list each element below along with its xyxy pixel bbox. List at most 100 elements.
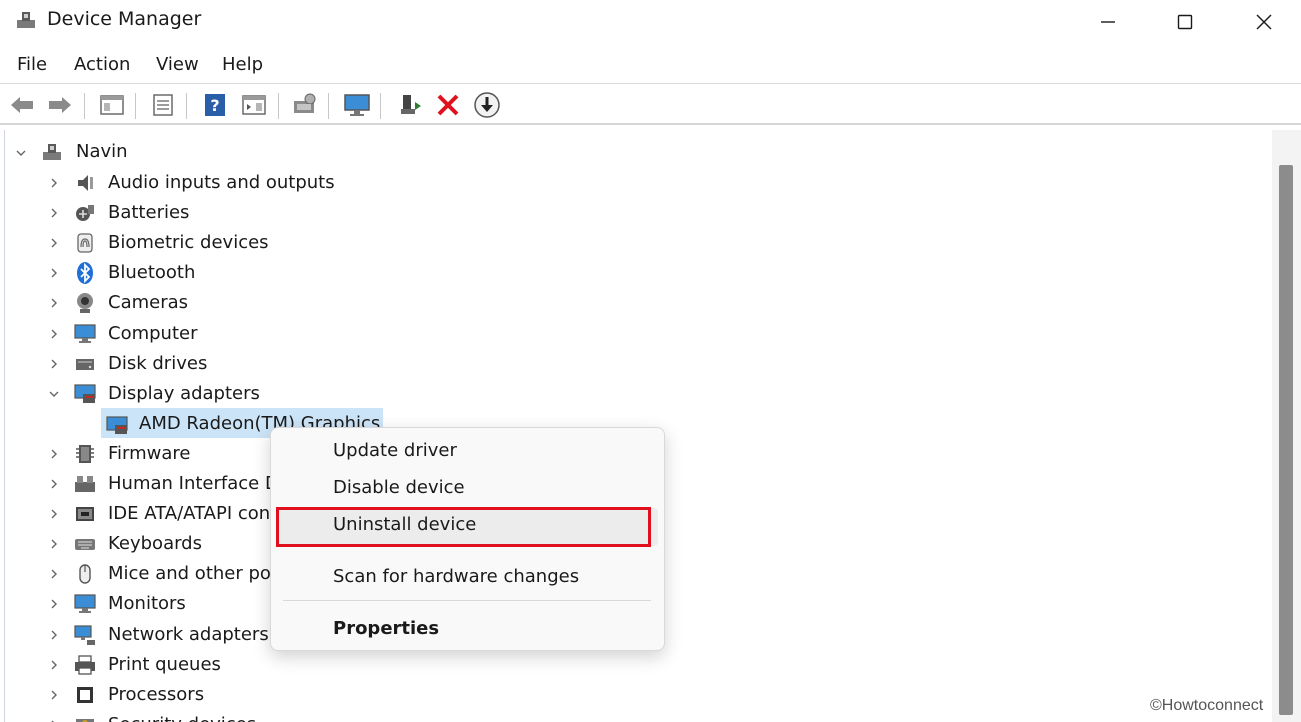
- chevron-right-icon[interactable]: [48, 598, 60, 610]
- scan-hardware-button[interactable]: [290, 90, 320, 120]
- chevron-right-icon[interactable]: [48, 237, 60, 249]
- action-pane-button[interactable]: [239, 90, 269, 120]
- toolbar: ?: [0, 85, 1301, 125]
- tree-category-label: Display adapters: [108, 383, 260, 404]
- toolbar-separator: [328, 93, 329, 119]
- menu-item-properties[interactable]: Properties: [333, 618, 439, 639]
- display-icon: [344, 94, 370, 116]
- chevron-right-icon[interactable]: [48, 568, 60, 580]
- chevron-right-icon[interactable]: [48, 629, 60, 641]
- update-driver-icon: [401, 95, 421, 114]
- menu-action[interactable]: Action: [74, 54, 130, 75]
- toolbar-separator: [380, 93, 381, 119]
- maximize-button[interactable]: [1155, 0, 1215, 44]
- display-adapter-icon: [74, 384, 96, 403]
- firmware-icon: [76, 445, 94, 463]
- chevron-down-icon[interactable]: [15, 147, 27, 159]
- tree-category-label: Computer: [108, 323, 198, 344]
- battery-icon: [76, 205, 94, 221]
- tree-category-label: Processors: [108, 684, 205, 705]
- tree-category-label: Biometric devices: [108, 232, 269, 253]
- scrollbar-thumb[interactable]: [1279, 165, 1293, 715]
- chevron-right-icon[interactable]: [48, 508, 60, 520]
- properties-button[interactable]: [148, 90, 178, 120]
- help-icon: ?: [205, 94, 225, 116]
- back-icon: [11, 97, 33, 113]
- menu-file[interactable]: File: [17, 54, 47, 75]
- maximize-icon: [1177, 14, 1193, 30]
- tree-category-label: Bluetooth: [108, 262, 196, 283]
- forward-button[interactable]: [45, 90, 75, 120]
- back-button[interactable]: [7, 90, 37, 120]
- chevron-right-icon[interactable]: [48, 689, 60, 701]
- watermark: ©Howtoconnect: [1150, 697, 1264, 714]
- menu-view[interactable]: View: [156, 54, 199, 75]
- show-hide-console-tree-icon: [100, 95, 124, 115]
- hid-icon: [75, 476, 95, 492]
- vertical-scrollbar[interactable]: [1272, 130, 1301, 722]
- menu-help[interactable]: Help: [222, 54, 263, 75]
- svg-text:?: ?: [210, 96, 219, 115]
- tree-category-label: Human Interface D: [108, 473, 279, 494]
- bluetooth-icon: [77, 262, 93, 284]
- chevron-right-icon[interactable]: [48, 448, 60, 460]
- tree-category-label: Firmware: [108, 443, 191, 464]
- camera-icon: [77, 293, 93, 313]
- uninstall-highlight-box: [276, 507, 651, 547]
- monitor-icon: [74, 594, 96, 613]
- display-button[interactable]: [342, 90, 372, 120]
- menu-item-scan-hardware[interactable]: Scan for hardware changes: [333, 566, 579, 587]
- action-pane-icon: [242, 95, 266, 115]
- enable-device-button[interactable]: [472, 90, 502, 120]
- chevron-right-icon[interactable]: [48, 297, 60, 309]
- fingerprint-icon: [77, 233, 93, 253]
- forward-icon: [49, 97, 71, 113]
- speaker-icon: [78, 175, 93, 191]
- close-button[interactable]: [1234, 0, 1294, 44]
- tree-category-label: Monitors: [108, 593, 186, 614]
- tree-category-label: Audio inputs and outputs: [108, 172, 335, 193]
- chevron-right-icon[interactable]: [48, 538, 60, 550]
- chevron-right-icon[interactable]: [48, 478, 60, 490]
- chevron-right-icon[interactable]: [48, 328, 60, 340]
- toolbar-separator: [278, 93, 279, 119]
- disk-icon: [76, 359, 94, 370]
- help-button[interactable]: ?: [200, 90, 230, 120]
- scan-hardware-icon: [294, 93, 316, 113]
- chip-icon: [106, 416, 128, 434]
- tree-category-label: Keyboards: [108, 533, 202, 554]
- tree-category-label: Network adapters: [108, 624, 269, 645]
- context-menu-separator: [283, 600, 651, 601]
- tree-category-label: Print queues: [108, 654, 221, 675]
- network-icon: [74, 625, 95, 645]
- uninstall-device-icon: [437, 94, 459, 116]
- minimize-button[interactable]: [1078, 0, 1138, 44]
- tree-category-label: Disk drives: [108, 353, 208, 374]
- menu-item-disable-device[interactable]: Disable device: [333, 477, 465, 498]
- chevron-right-icon[interactable]: [48, 358, 60, 370]
- close-icon: [1256, 14, 1272, 30]
- root-icon: [43, 144, 61, 160]
- toolbar-separator: [84, 93, 85, 119]
- update-driver-button[interactable]: [395, 90, 425, 120]
- tree-category-label: Cameras: [108, 292, 189, 313]
- mouse-icon: [79, 564, 91, 584]
- processor-icon: [77, 687, 93, 703]
- chevron-down-icon[interactable]: [48, 388, 60, 400]
- properties-icon: [153, 94, 173, 116]
- tree-category-label: Security devices: [108, 714, 256, 722]
- chevron-right-icon[interactable]: [48, 267, 60, 279]
- device-manager-app-icon: [17, 12, 35, 28]
- menu-item-update-driver[interactable]: Update driver: [333, 440, 457, 461]
- title-bar: Device Manager: [0, 0, 1301, 44]
- chevron-right-icon[interactable]: [48, 177, 60, 189]
- show-hide-console-tree-button[interactable]: [97, 90, 127, 120]
- tree-category-label: IDE ATA/ATAPI contr: [108, 503, 285, 524]
- toolbar-separator: [135, 93, 136, 119]
- chevron-right-icon[interactable]: [48, 207, 60, 219]
- chevron-right-icon[interactable]: [48, 659, 60, 671]
- printer-icon: [75, 655, 95, 675]
- keyboard-icon: [75, 539, 95, 550]
- tree-category-label: Batteries: [108, 202, 190, 223]
- uninstall-device-button[interactable]: [433, 90, 463, 120]
